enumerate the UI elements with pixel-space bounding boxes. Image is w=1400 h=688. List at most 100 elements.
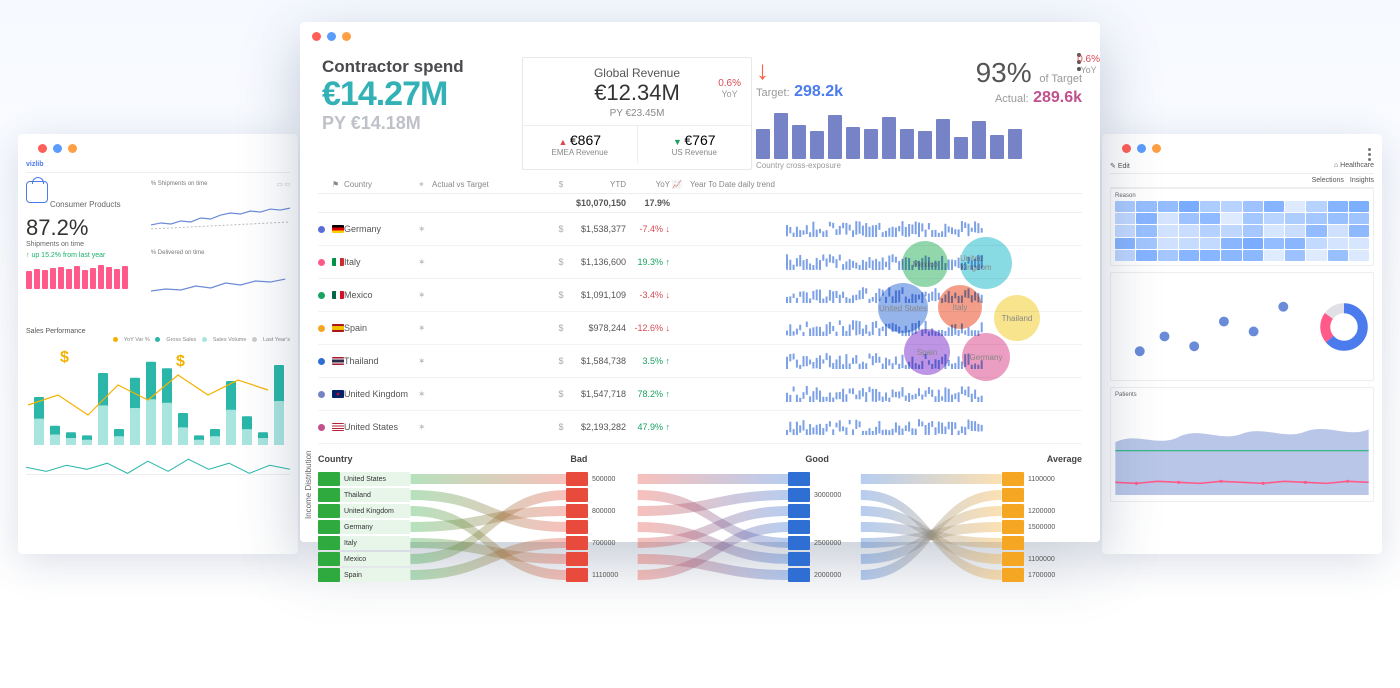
sankey-node: Germany [318,520,410,534]
kpi-value: 87.2% [26,215,145,241]
spark-icon: ✶ [418,290,432,301]
window-controls [1110,134,1374,159]
ytd-value: $2,193,282 [570,422,626,432]
product-label: Consumer Products [50,200,121,209]
country-name: Italy [344,257,418,267]
more-icon[interactable] [1364,146,1374,163]
country-name: Thailand [344,356,418,366]
spark-icon: ✶ [418,257,432,268]
brand-label: vizlib [26,159,290,173]
dollar-icon: $ [176,353,185,371]
yoy-value: -12.6% [626,323,670,333]
window-controls [300,22,1100,47]
kpi-emea: €867EMEA Revenue [523,126,638,163]
mixed-panel [1110,272,1374,381]
country-name: Mexico [344,290,418,300]
trend-sparkline [684,219,1082,239]
kpi-shipments: Consumer Products 87.2% Shipments on tim… [26,181,145,318]
bag-icon [26,181,48,203]
sankey-node: 1100000 [1002,472,1082,486]
venn-chart: MexicoUnited KingdomThailandGermanySpain… [876,237,1076,387]
sales-legend: YoY Var % Gross Sales Sales Volume Last … [26,337,290,343]
sparkline-1 [151,188,290,248]
sankey-node: Mexico [318,552,410,566]
sankey-node [788,504,858,518]
scatter-icon [1115,277,1313,376]
actual-value: 289.6k [1033,89,1082,106]
country-name: United States [344,422,418,432]
yoy-value: -3.4% [626,290,670,300]
yoy-value: 47.9% [626,422,670,432]
sankey-chart: Income Distribution Country Bad Good Ave… [318,454,1082,584]
sankey-node: 2000000 [788,568,858,582]
exposure-bar-chart [756,113,1082,159]
ytd-value: $1,091,109 [570,290,626,300]
ytd-value: $1,136,600 [570,257,626,267]
country-name: Germany [344,224,418,234]
kpi-prior-year: PY €23.45M [535,108,739,119]
sales-title: Sales Performance [26,328,290,335]
sankey-node: 2500000 [788,536,858,550]
kpi-title: Contractor spend [322,57,518,77]
window-controls [26,134,290,159]
table-row[interactable]: United States ✶ $ $2,193,282 47.9% [318,411,1082,444]
target-value: 298.2k [794,83,843,100]
sankey-node [566,488,636,502]
sankey-node [788,520,858,534]
area-chart [1115,400,1369,495]
panel-title: Patients [1115,392,1369,398]
ytd-value: $978,244 [570,323,626,333]
sankey-node [788,472,858,486]
kpi-value: €12.34M [535,80,739,106]
spark-icon: ✶ [418,323,432,334]
kpi-yoy: 0.6%YoY [1077,54,1100,75]
kpi-delta: up 15.2% from last year [26,252,145,259]
sankey-node: 1110000 [566,568,636,582]
area-panel: Patients [1110,387,1374,502]
sankey-node: 700000 [566,536,636,550]
kpi-title: Global Revenue [535,66,739,80]
sankey-node: Italy [318,536,410,550]
insights-link[interactable]: Insights [1350,177,1374,184]
sparkline-2 [151,256,290,316]
sankey-node: Thailand [318,488,410,502]
foreground-dashboard: Contractor spend €14.27M PY €14.18M 0.6%… [300,22,1100,542]
sales-bar-chart: $ $ [26,345,290,445]
kpi-mini-bars [26,263,145,289]
kpi-target-actual: ↓ Target: 298.2k 93% of Target Actual: 2… [756,57,1082,170]
actual-label: Actual: [995,93,1029,105]
spark-icon: ✶ [418,224,432,235]
links-row: Selections Insights [1110,174,1374,188]
mini-line-charts: % Shipments on time▭ ▭ % Delivered on ti… [151,181,290,318]
trend-sparkline [684,384,1082,404]
kpi-sub: Shipments on time [26,241,145,248]
spark-icon: ✶ [418,356,432,367]
sankey-node: 3000000 [788,488,858,502]
background-window-left: vizlib Consumer Products 87.2% Shipments… [18,134,298,554]
target-label: Target: [756,87,790,99]
sankey-node [1002,536,1082,550]
sankey-node: Spain [318,568,410,582]
sankey-node: 1100000 [1002,552,1082,566]
heatmap-panel: Reason [1110,188,1374,266]
table-total-row: $10,070,150 17.9% [318,194,1082,213]
target-pct: 93% [976,57,1032,88]
kpi-prior-year: PY €14.18M [322,113,518,134]
sparkline-title-1: % Shipments on time [151,181,208,188]
bottom-strip-chart [26,449,290,479]
sankey-col-label: Good [805,454,829,464]
sankey-node: United States [318,472,410,486]
country-name: Spain [344,323,418,333]
spark-icon: ✶ [418,422,432,433]
table-header: ⚑ Country ✶ Actual vs Target $ YTD YoY 📈… [318,176,1082,194]
panel-title: Reason [1115,193,1369,199]
ytd-value: $1,538,377 [570,224,626,234]
edit-button[interactable]: Edit [1118,163,1130,170]
yoy-value: 19.3% [626,257,670,267]
sankey-node: 1200000 [1002,504,1082,518]
toolbar: ✎ Edit ⌂ Healthcare [1110,159,1374,174]
sankey-col-label: Bad [570,454,587,464]
sankey-node [566,552,636,566]
yoy-value: -7.4% [626,224,670,234]
selections-link[interactable]: Selections [1312,177,1344,184]
